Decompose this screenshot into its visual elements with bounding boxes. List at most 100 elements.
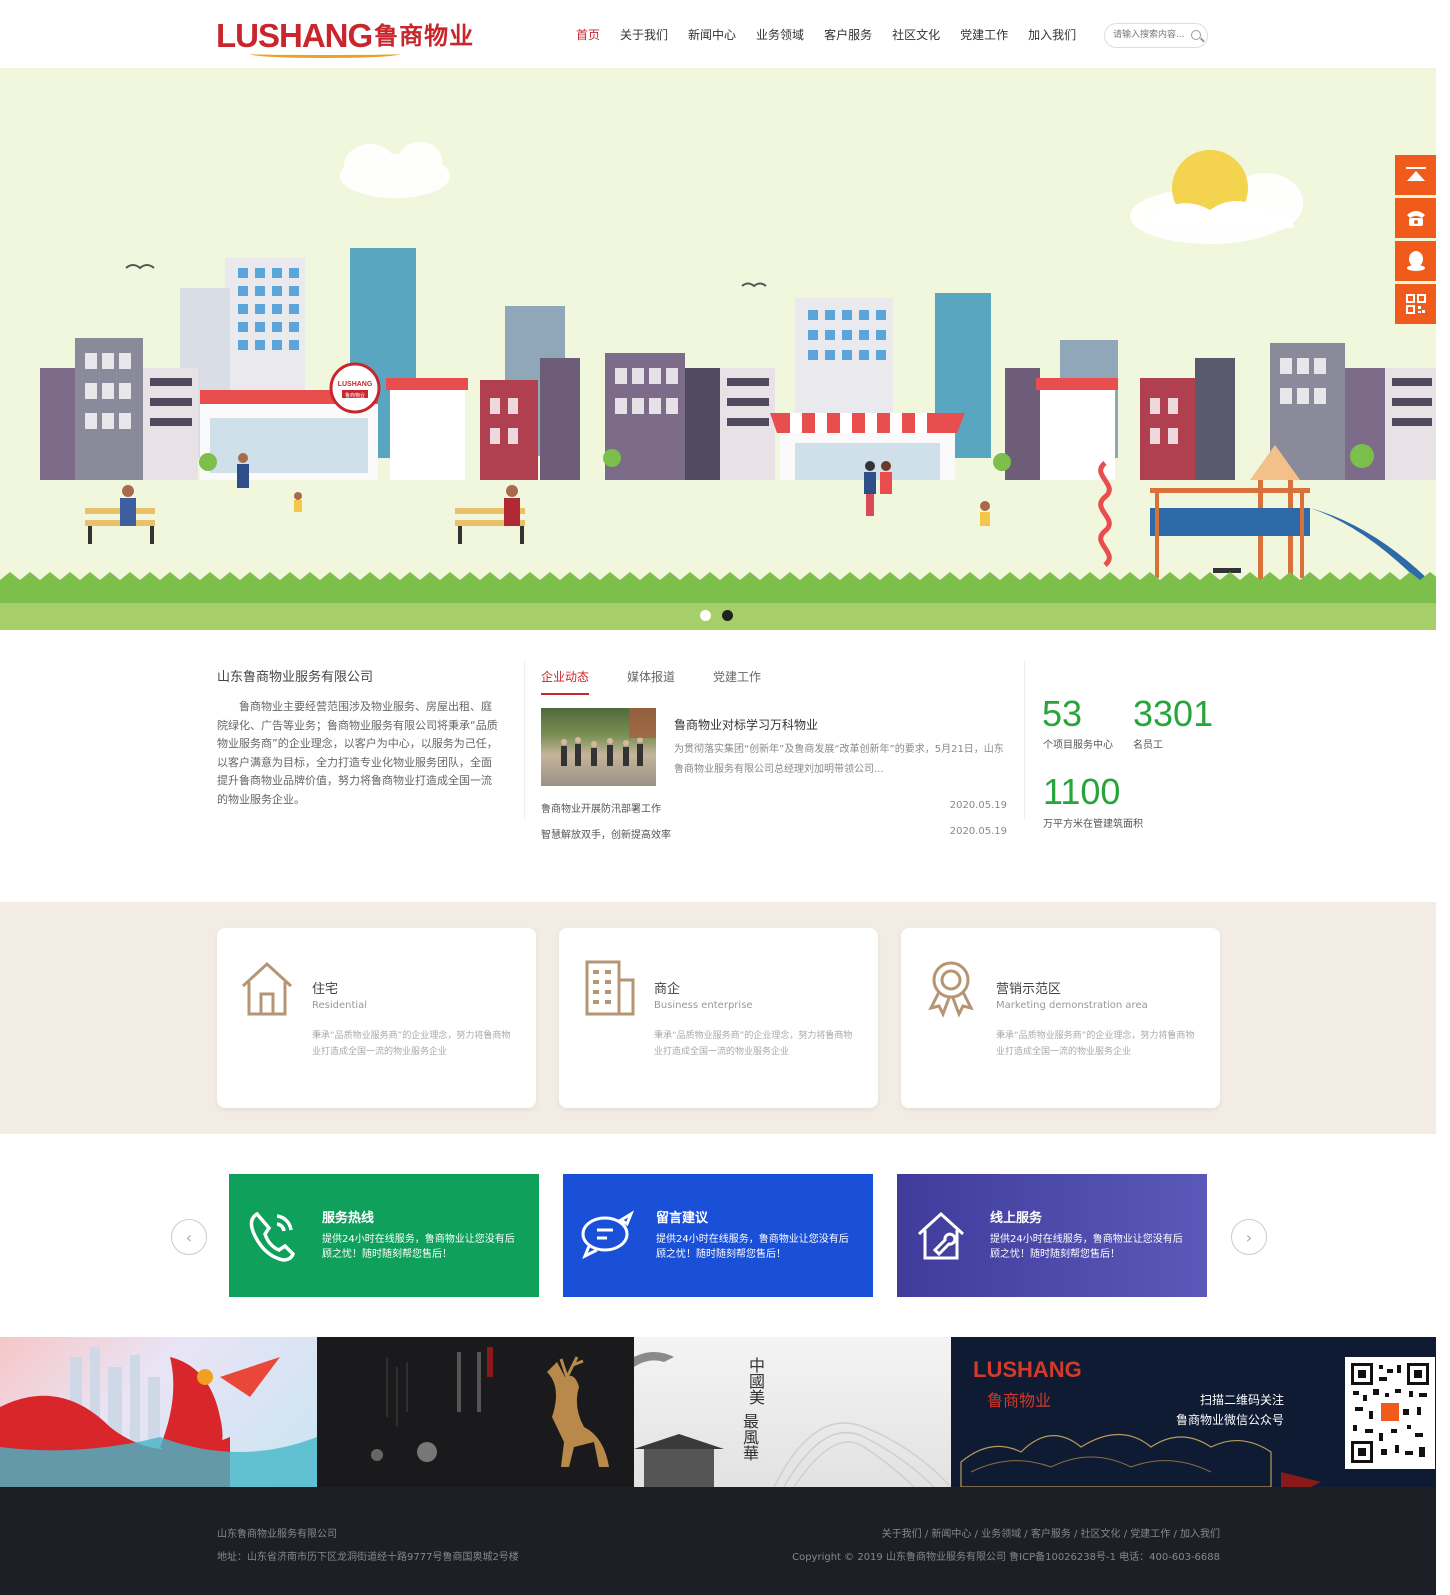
qq-button[interactable]: [1395, 241, 1436, 281]
card-title: 留言建议: [656, 1211, 709, 1226]
news-tabs: 企业动态 媒体报道 党建工作: [541, 668, 799, 695]
card-desc: 提供24小时在线服务，鲁商物业让您没有后顾之忧！随时随刻帮您售后！: [990, 1234, 1183, 1260]
footer-copyright: Copyright © 2019 山东鲁商物业服务有限公司 鲁ICP备10026…: [792, 1552, 1220, 1563]
banner-badge-cn: 鲁商物业: [345, 392, 365, 399]
nav-party[interactable]: 党建工作: [950, 25, 1018, 45]
nav-service[interactable]: 客户服务: [814, 25, 882, 45]
telephone-icon: [1406, 211, 1425, 226]
company-intro: 鲁商物业主要经营范围涉及物业服务、房屋出租、庭院绿化、广告等业务；鲁商物业服务有…: [217, 700, 498, 806]
footer-company: 山东鲁商物业服务有限公司: [217, 1529, 337, 1540]
stat-projects-label: 个项目服务中心: [1043, 740, 1113, 751]
stat-area-label: 万平方米在管建筑面积: [1043, 819, 1143, 830]
back-to-top-button[interactable]: [1395, 155, 1436, 195]
online-service-card[interactable]: 线上服务 提供24小时在线服务，鲁商物业让您没有后顾之忧！随时随刻帮您售后！: [897, 1174, 1207, 1297]
footer-address: 地址：山东省济南市历下区龙洞街道经十路9777号鲁商国奥城2号楼: [217, 1552, 519, 1563]
search-input[interactable]: 请输入搜索内容...: [1104, 23, 1208, 48]
company-title: 山东鲁商物业服务有限公司: [217, 670, 374, 685]
banner-dot-1[interactable]: [700, 610, 711, 621]
deer-art: [371, 1347, 609, 1467]
search-placeholder: 请输入搜索内容...: [1113, 30, 1185, 40]
building-icon: [585, 960, 635, 1016]
culture-panel-3[interactable]: 中國美 最風華: [634, 1337, 951, 1487]
phone-button[interactable]: [1395, 198, 1436, 238]
service-desc: 秉承“品质物业服务商”的企业理念，努力将鲁商物业打造成全国一流的物业服务企业: [654, 1031, 853, 1057]
news-list-item[interactable]: 鲁商物业开展防汛部署工作 2020.05.19: [541, 800, 1007, 815]
suggestion-card[interactable]: 留言建议 提供24小时在线服务，鲁商物业让您没有后顾之忧！随时随刻帮您售后！: [563, 1174, 873, 1297]
qq-icon: [1406, 251, 1425, 271]
culture-gallery: 中國美 最風華 LUSHANG 鲁商物业 扫描二维码关注 鲁商物业微信公众号: [0, 1337, 1436, 1487]
divider: [524, 660, 525, 820]
message-icon: [581, 1210, 635, 1260]
nav-business[interactable]: 业务领域: [746, 25, 814, 45]
stat-area-number: 1100: [1043, 771, 1121, 812]
header: LUSHANG 鲁商物业 首页 关于我们 新闻中心 业务领域 客户服务 社区文化…: [0, 0, 1450, 68]
stat-staff-number: 3301: [1133, 693, 1214, 734]
award-icon: [928, 961, 974, 1018]
news-list-item[interactable]: 智慧解放双手，创新提高效率 2020.05.19: [541, 826, 1007, 841]
card-title: 线上服务: [990, 1211, 1043, 1226]
search-icon[interactable]: [1191, 30, 1201, 40]
culture-panel-4[interactable]: LUSHANG 鲁商物业 扫描二维码关注 鲁商物业微信公众号: [951, 1337, 1436, 1487]
card-title: 服务热线: [322, 1211, 375, 1226]
nav-join[interactable]: 加入我们: [1018, 25, 1086, 45]
footer: 山东鲁商物业服务有限公司 地址：山东省济南市历下区龙洞街道经十路9777号鲁商国…: [0, 1487, 1436, 1595]
city-illustration: LUSHANG 鲁商物业: [0, 142, 1436, 630]
arrow-up-icon: [1405, 167, 1426, 181]
phone-icon: [249, 1211, 296, 1262]
nav-about[interactable]: 关于我们: [610, 25, 678, 45]
tab-company-news[interactable]: 企业动态: [541, 668, 590, 695]
card-desc: 提供24小时在线服务，鲁商物业让您没有后顾之忧！随时随刻帮您售后！: [656, 1234, 849, 1260]
news-item-date: 2020.05.19: [949, 800, 1007, 811]
service-desc: 秉承“品质物业服务商”的企业理念，努力将鲁商物业打造成全国一流的物业服务企业: [996, 1031, 1195, 1057]
chevron-left-icon: ‹: [185, 1227, 193, 1247]
banner-badge-en: LUSHANG: [338, 381, 373, 388]
floating-toolbar: [1395, 155, 1436, 327]
logo[interactable]: LUSHANG 鲁商物业: [216, 16, 474, 58]
home-service-icon: [917, 1211, 965, 1260]
service-title: 商企: [654, 982, 681, 997]
hotline-card[interactable]: 服务热线 提供24小时在线服务，鲁商物业让您没有后顾之忧！随时随刻帮您售后！: [229, 1174, 539, 1297]
service-subtitle: Marketing demonstration area: [996, 1000, 1148, 1011]
stat-staff-label: 名员工: [1133, 740, 1163, 751]
nav-news[interactable]: 新闻中心: [678, 25, 746, 45]
main-nav: 首页 关于我们 新闻中心 业务领域 客户服务 社区文化 党建工作 加入我们: [566, 25, 1086, 45]
qrcode-image: [1351, 1363, 1429, 1463]
divider: [1024, 660, 1025, 820]
service-card-marketing[interactable]: 营销示范区 Marketing demonstration area 秉承“品质…: [901, 928, 1220, 1108]
logo-swoosh: [250, 50, 400, 58]
service-title: 住宅: [312, 982, 339, 997]
qrcode-icon: [1405, 294, 1426, 314]
nav-home[interactable]: 首页: [566, 25, 610, 45]
service-title: 营销示范区: [996, 982, 1062, 997]
service-card-residential[interactable]: 住宅 Residential 秉承“品质物业服务商”的企业理念，努力将鲁商物业打…: [217, 928, 536, 1108]
hero-banner: LUSHANG 鲁商物业: [0, 68, 1436, 630]
news-summary: 为贯彻落实集团“创新年”及鲁商发展“改革创新年”的要求，5月21日，山东鲁商物业…: [674, 744, 1004, 775]
tab-media[interactable]: 媒体报道: [627, 668, 675, 695]
card-desc: 提供24小时在线服务，鲁商物业让您没有后顾之忧！随时随刻帮您售后！: [322, 1234, 515, 1260]
tab-party[interactable]: 党建工作: [713, 668, 761, 695]
service-desc: 秉承“品质物业服务商”的企业理念，努力将鲁商物业打造成全国一流的物业服务企业: [312, 1031, 511, 1057]
news-thumbnail[interactable]: [541, 708, 656, 786]
chevron-right-icon: ›: [1245, 1227, 1253, 1247]
news-item-date: 2020.05.19: [949, 826, 1007, 837]
service-subtitle: Residential: [312, 1000, 368, 1011]
culture-panel-1[interactable]: [0, 1337, 317, 1487]
culture-panel-2[interactable]: [317, 1337, 634, 1487]
qrcode-button[interactable]: [1395, 284, 1436, 324]
news-photo: [561, 708, 656, 766]
ink-art: [634, 1352, 951, 1487]
footer-links[interactable]: 关于我们 / 新闻中心 / 业务领域 / 客户服务 / 社区文化 / 党建工作 …: [882, 1525, 1220, 1540]
house-icon: [241, 961, 293, 1016]
news-item-title[interactable]: 智慧解放双手，创新提高效率: [541, 826, 671, 841]
carousel-next-button[interactable]: ›: [1231, 1219, 1267, 1255]
service-card-business[interactable]: 商企 Business enterprise 秉承“品质物业服务商”的企业理念，…: [559, 928, 878, 1108]
service-subtitle: Business enterprise: [654, 1000, 753, 1011]
stat-projects-number: 53: [1042, 693, 1083, 734]
wechat-qrcode: [1345, 1357, 1435, 1469]
banner-dot-2[interactable]: [722, 610, 733, 621]
parrot-art: [0, 1347, 317, 1487]
carousel-prev-button[interactable]: ‹: [171, 1219, 207, 1255]
news-headline[interactable]: 鲁商物业对标学习万科物业: [674, 716, 818, 733]
news-item-title[interactable]: 鲁商物业开展防汛部署工作: [541, 800, 661, 815]
nav-culture[interactable]: 社区文化: [882, 25, 950, 45]
